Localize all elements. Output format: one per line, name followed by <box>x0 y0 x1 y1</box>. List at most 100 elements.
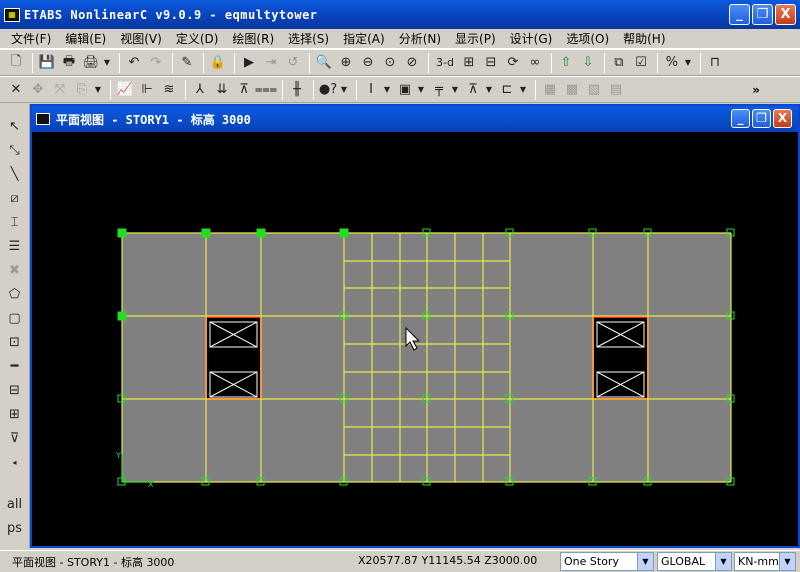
column-icon[interactable]: ╤ <box>429 80 449 100</box>
minimize-button[interactable]: _ <box>729 4 750 25</box>
draw-section-cut-icon[interactable]: ⊽ <box>5 428 25 448</box>
menu-select[interactable]: 选择(S) <box>281 30 336 47</box>
zoom-in-icon[interactable]: ⊕ <box>336 53 356 73</box>
draw-beam-icon[interactable]: ☰ <box>5 236 25 256</box>
pointer-icon[interactable]: ↖ <box>5 116 25 136</box>
chevron-down-icon[interactable]: ▼ <box>684 53 692 73</box>
chevron-down-icon[interactable]: ▼ <box>779 553 795 570</box>
menu-options[interactable]: 选项(O) <box>559 30 616 47</box>
chevron-down-icon[interactable]: ▼ <box>94 80 102 100</box>
view-minimize-button[interactable]: _ <box>731 109 750 128</box>
replicate-icon[interactable]: ⎘ <box>72 80 92 100</box>
draw-area-icon[interactable]: ⬠ <box>5 284 25 304</box>
wall-icon[interactable]: ⊏ <box>497 80 517 100</box>
select-all-icon[interactable]: all <box>5 494 25 514</box>
help-query-icon[interactable]: ●? <box>318 80 338 100</box>
units-select[interactable]: KN-mm ▼ <box>734 552 796 571</box>
draw-line-icon[interactable]: ╲ <box>5 164 25 184</box>
draw-grid-area-icon[interactable]: ⊞ <box>5 404 25 424</box>
menu-edit[interactable]: 编辑(E) <box>58 30 113 47</box>
link-icon[interactable]: ╫ <box>287 80 307 100</box>
draw-x-brace-icon[interactable]: ✖ <box>5 260 25 280</box>
reshape-icon[interactable]: ⤧ <box>50 80 70 100</box>
layers-icon[interactable]: ≋ <box>159 80 179 100</box>
menu-define[interactable]: 定义(D) <box>169 30 226 47</box>
opening[interactable] <box>592 316 649 400</box>
menu-design[interactable]: 设计(G) <box>503 30 560 47</box>
lock-icon[interactable]: 🔒 <box>208 53 228 73</box>
view-close-button[interactable]: X <box>773 109 792 128</box>
zoom-prev-icon[interactable]: ⊘ <box>402 53 422 73</box>
chevron-down-icon[interactable]: ▼ <box>485 80 493 100</box>
coordsys-select[interactable]: GLOBAL ▼ <box>657 552 732 571</box>
rotate-icon[interactable]: ⟳ <box>503 53 523 73</box>
down-arrow-icon[interactable]: ⇩ <box>578 53 598 73</box>
plan-view-icon[interactable]: ⊞ <box>459 53 479 73</box>
step-back-icon[interactable]: ↺ <box>283 53 303 73</box>
chevron-down-icon[interactable]: ▼ <box>103 53 111 73</box>
chevron-down-icon[interactable]: ▼ <box>637 553 653 570</box>
zoom-full-icon[interactable]: ⊙ <box>380 53 400 73</box>
story-select[interactable]: One Story ▼ <box>560 552 654 571</box>
undo-icon[interactable]: ↶ <box>124 53 144 73</box>
plan-view-window[interactable]: 平面视图 - STORY1 - 标高 3000 _ ❐ X X Y <box>30 104 800 548</box>
view-maximize-button[interactable]: ❐ <box>752 109 771 128</box>
restraint-icon[interactable]: ⅄ <box>190 80 210 100</box>
draw-column-icon[interactable]: ⌶ <box>5 212 25 232</box>
point-object-icon[interactable]: ▣ <box>395 80 415 100</box>
perspective-icon[interactable]: ∞ <box>525 53 545 73</box>
up-arrow-icon[interactable]: ⇧ <box>556 53 576 73</box>
menu-display[interactable]: 显示(P) <box>448 30 503 47</box>
draw-rect-area-icon[interactable]: ▢ <box>5 308 25 328</box>
run-icon[interactable]: ▶ <box>239 53 259 73</box>
opening[interactable] <box>205 316 262 400</box>
print-setup-icon[interactable]: 🖨 <box>81 53 101 73</box>
load-icon[interactable]: ⇊ <box>212 80 232 100</box>
chevron-down-icon[interactable]: ▼ <box>340 80 348 100</box>
chevron-down-icon[interactable]: ▼ <box>383 80 391 100</box>
pencil-icon[interactable]: ✎ <box>177 53 197 73</box>
draw-wall-icon[interactable]: ━ <box>5 356 25 376</box>
menu-view[interactable]: 视图(V) <box>113 30 169 47</box>
menu-file[interactable]: 文件(F) <box>4 30 58 47</box>
move-icon[interactable]: ✥ <box>28 80 48 100</box>
graph-icon[interactable]: 📈 <box>115 80 135 100</box>
close-button[interactable]: X <box>775 4 796 25</box>
print-icon[interactable]: 🖶 <box>59 53 79 73</box>
draw-brace-icon[interactable]: ⧄ <box>5 188 25 208</box>
draw-wall-panel-icon[interactable]: ⊟ <box>5 380 25 400</box>
menu-help[interactable]: 帮助(H) <box>616 30 672 47</box>
chevron-left-icon[interactable]: ◂ <box>11 452 19 472</box>
text-cursor-icon[interactable]: I <box>361 80 381 100</box>
reshape-pointer-icon[interactable]: ⤡ <box>5 140 25 160</box>
menu-assign[interactable]: 指定(A) <box>336 30 392 47</box>
zoom-out-icon[interactable]: ⊖ <box>358 53 378 73</box>
chevron-down-icon[interactable]: ▼ <box>715 553 731 570</box>
zoom-window-icon[interactable]: 🔍 <box>314 53 334 73</box>
beam-icon[interactable]: ⊼ <box>234 80 254 100</box>
percent-icon[interactable]: % <box>662 53 682 73</box>
save-icon[interactable]: 💾 <box>37 53 57 73</box>
cross-icon[interactable]: ✕ <box>6 80 26 100</box>
menu-draw[interactable]: 绘图(R) <box>225 30 281 47</box>
chevron-down-icon[interactable]: ▼ <box>519 80 527 100</box>
spring-icon[interactable]: ⩶ <box>255 80 277 100</box>
menu-analyze[interactable]: 分析(N) <box>392 30 448 47</box>
chevron-down-icon[interactable]: ▼ <box>451 80 459 100</box>
new-icon[interactable]: 🗋 <box>6 53 26 73</box>
previous-select-icon[interactable]: ps <box>5 518 25 538</box>
click-area-icon[interactable]: ⊡ <box>5 332 25 352</box>
chevron-down-icon[interactable]: ▼ <box>417 80 425 100</box>
frame-icon[interactable]: ⊓ <box>705 53 725 73</box>
step-icon[interactable]: ⇥ <box>261 53 281 73</box>
define-frames-icon[interactable]: ⊩ <box>137 80 157 100</box>
object-shrink-icon[interactable]: ⧉ <box>609 53 629 73</box>
elevation-view-icon[interactable]: ⊟ <box>481 53 501 73</box>
plan-canvas[interactable]: X Y <box>32 132 798 546</box>
view-3d-button[interactable]: 3-d <box>433 53 457 73</box>
maximize-button[interactable]: ❐ <box>752 4 773 25</box>
redo-icon[interactable]: ↷ <box>146 53 166 73</box>
brace-icon[interactable]: ⊼ <box>463 80 483 100</box>
toolbar-overflow-button[interactable]: » <box>752 83 760 97</box>
set-display-icon[interactable]: ☑ <box>631 53 651 73</box>
